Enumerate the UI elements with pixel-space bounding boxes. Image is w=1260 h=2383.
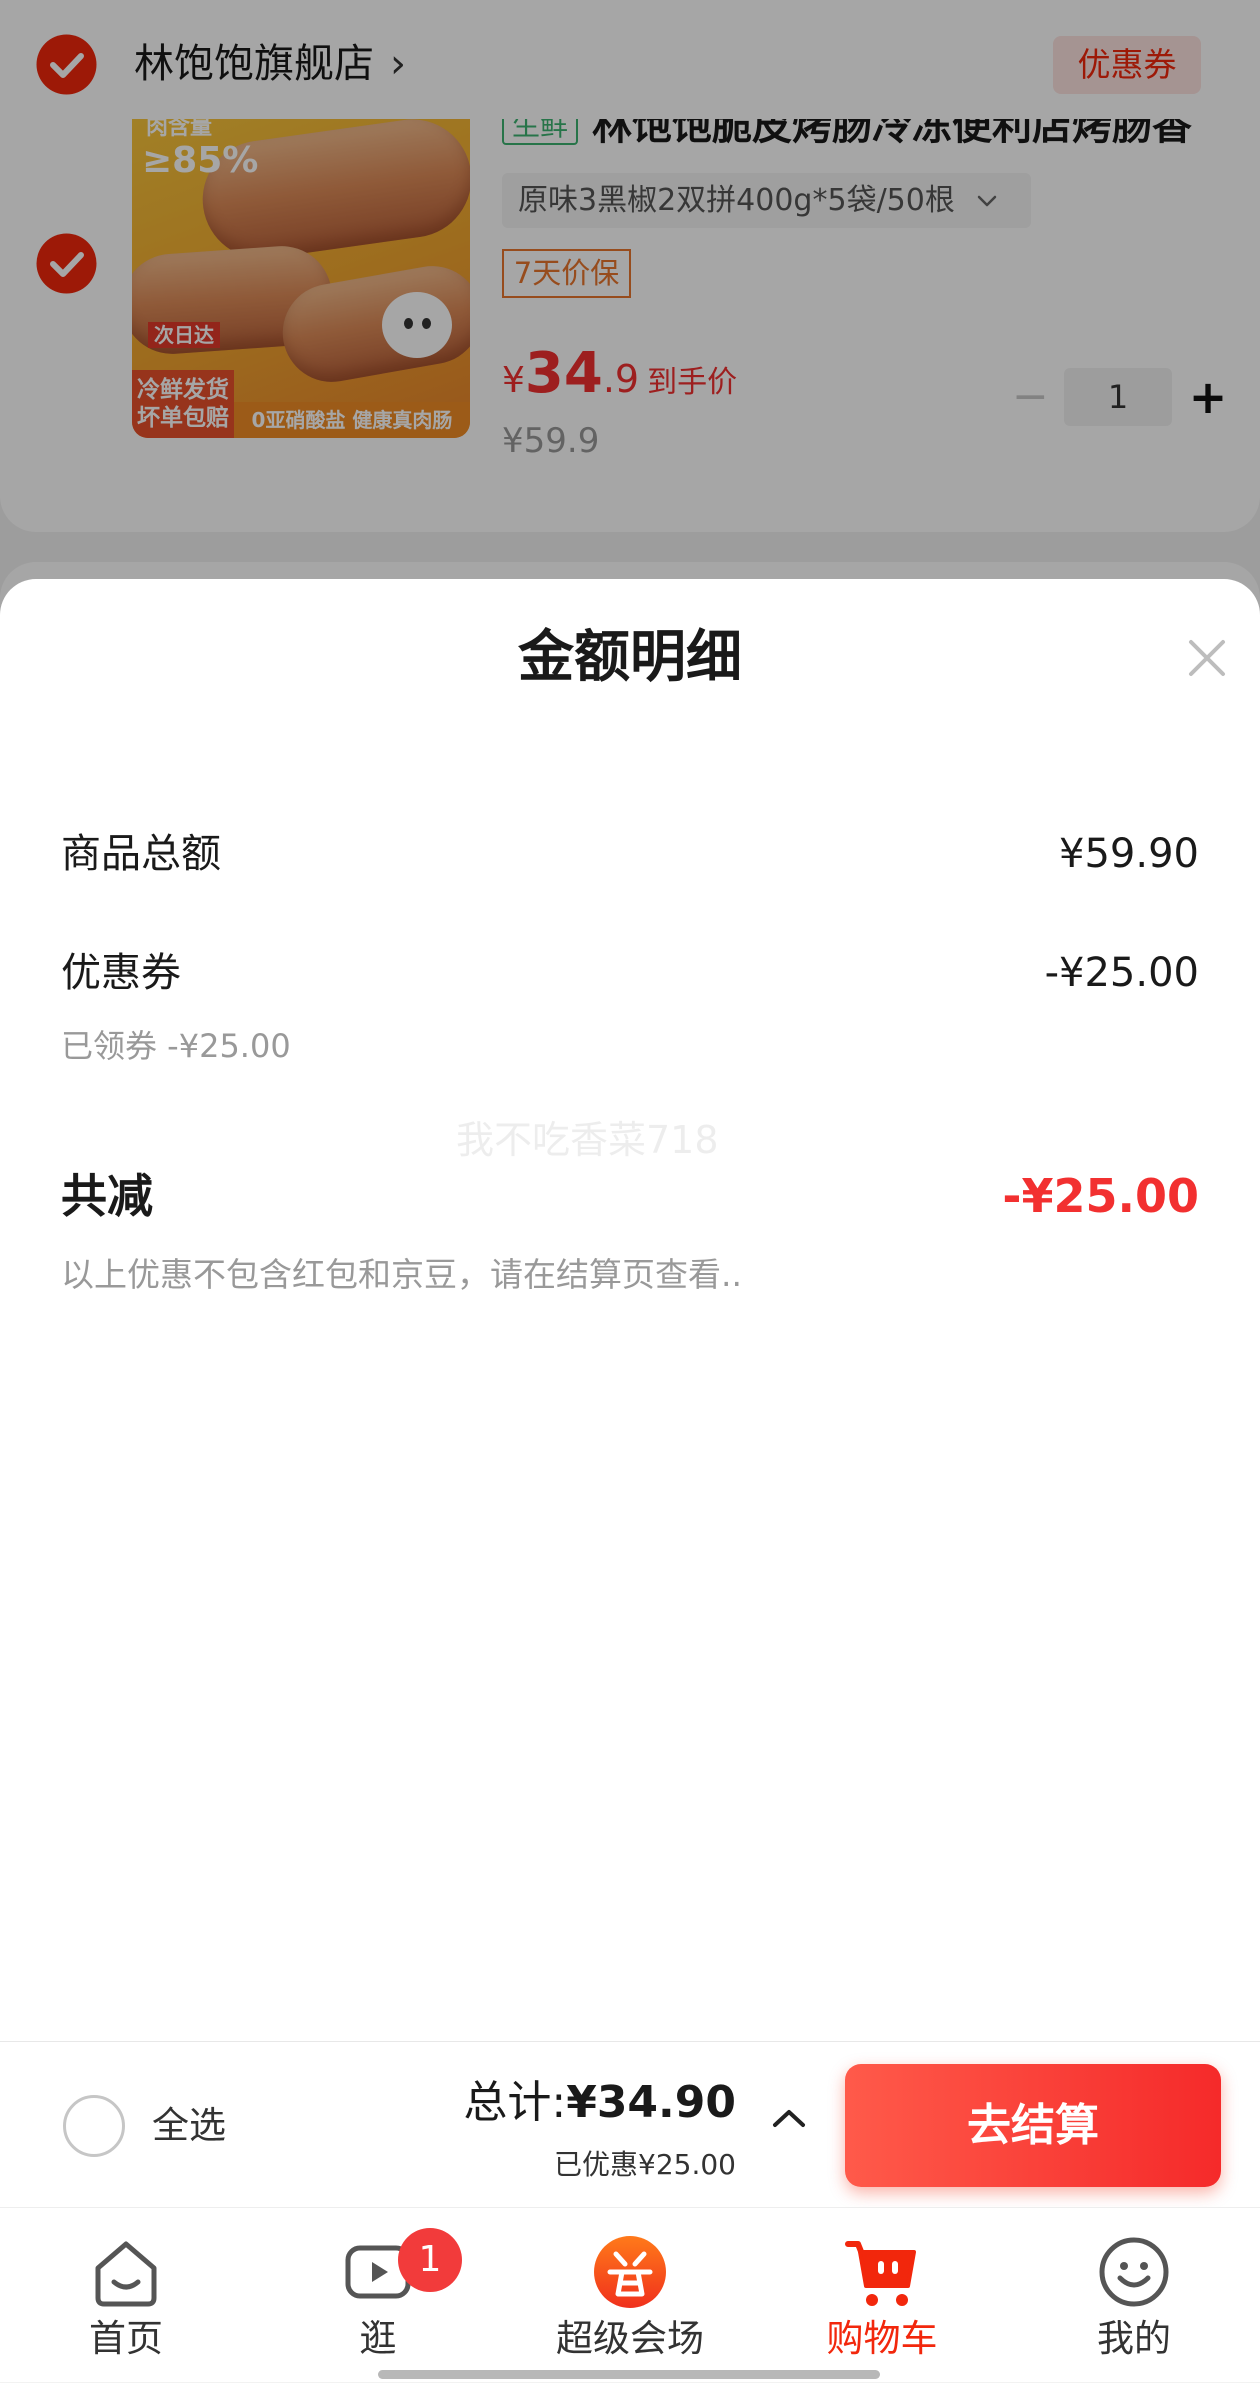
tab-label: 逛 <box>359 2317 397 2360</box>
select-all-radio[interactable] <box>63 2095 125 2157</box>
close-icon[interactable] <box>1185 636 1229 680</box>
discount-note: 以上优惠不包含红包和京豆，请在结算页查看.. <box>61 1255 742 1294</box>
total-value: ¥34.90 <box>566 2077 736 2128</box>
tab-super-venue[interactable]: 超级会场 <box>504 2208 756 2383</box>
tab-label: 超级会场 <box>556 2317 704 2360</box>
saved-amount[interactable]: 已优惠¥25.00 <box>554 2147 736 2183</box>
subtotal-value: ¥59.90 <box>1059 831 1199 877</box>
tab-home[interactable]: 首页 <box>0 2208 252 2383</box>
subtotal-label: 商品总额 <box>61 831 221 877</box>
amount-detail-sheet: 金额明细 商品总额 ¥59.90 优惠券 -¥25.00 已领券 -¥25.00… <box>0 579 1260 2041</box>
notification-badge: 1 <box>398 2228 462 2292</box>
bottom-tab-bar: 首页 1 逛 超级会场 购物车 我的 <box>0 2207 1260 2382</box>
profile-icon <box>1096 2234 1172 2310</box>
total-discount-value: -¥25.00 <box>1002 1169 1199 1223</box>
total-amount[interactable]: 总计: ¥34.90 <box>463 2073 736 2133</box>
home-indicator[interactable] <box>378 2370 880 2379</box>
home-icon <box>88 2234 164 2310</box>
coupon-label: 优惠券 <box>61 950 181 996</box>
chevron-up-icon[interactable] <box>771 2107 807 2129</box>
tab-profile[interactable]: 我的 <box>1008 2208 1260 2383</box>
watermark: 我不吃香菜718 <box>456 1118 719 1162</box>
tab-browse[interactable]: 1 逛 <box>252 2208 504 2383</box>
coupon-detail: 已领券 -¥25.00 <box>61 1027 291 1065</box>
cart-icon <box>844 2234 920 2310</box>
tab-label: 首页 <box>89 2317 163 2360</box>
tab-label: 购物车 <box>826 2317 938 2360</box>
coupon-value: -¥25.00 <box>1044 950 1199 996</box>
total-discount-label: 共减 <box>61 1169 153 1223</box>
tab-label: 我的 <box>1097 2317 1171 2360</box>
tab-cart[interactable]: 购物车 <box>756 2208 1008 2383</box>
total-label: 总计: <box>463 2077 567 2128</box>
select-all-label[interactable]: 全选 <box>152 2100 226 2152</box>
checkout-button[interactable]: 去结算 <box>845 2064 1221 2187</box>
sheet-title: 金额明细 <box>518 625 742 690</box>
checkout-bar: 全选 总计: ¥34.90 已优惠¥25.00 去结算 <box>0 2041 1260 2207</box>
venue-icon <box>592 2234 668 2310</box>
